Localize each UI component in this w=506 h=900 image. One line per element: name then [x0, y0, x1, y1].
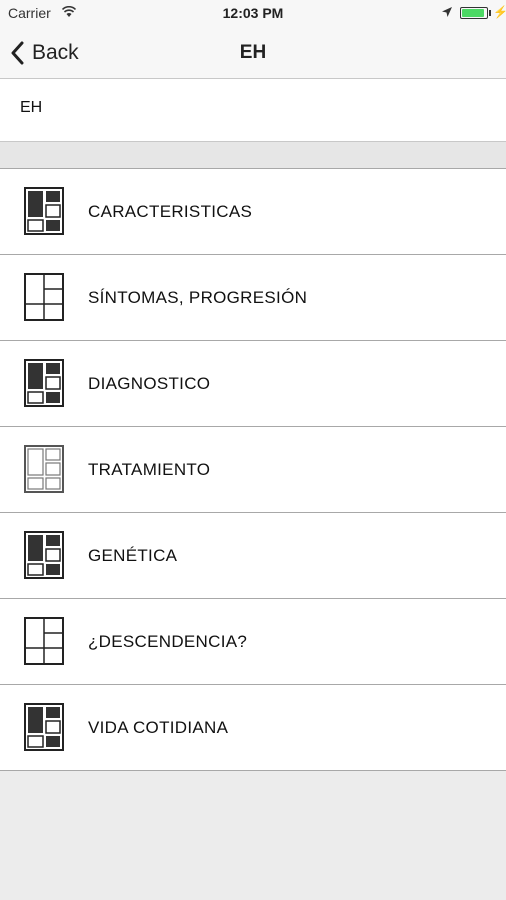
dark-layout-icon — [24, 703, 64, 751]
list-item-label: SÍNTOMAS, PROGRESIÓN — [88, 288, 308, 307]
location-arrow-icon — [442, 7, 452, 17]
list-item-label: TRATAMIENTO — [88, 460, 211, 479]
list-item[interactable]: DIAGNOSTICO — [0, 340, 506, 426]
outline-layout-icon — [24, 273, 64, 321]
section-divider — [0, 142, 506, 170]
section-header-text: EH — [20, 99, 43, 116]
back-label: Back — [32, 41, 79, 64]
section-header: EH — [0, 79, 506, 142]
chevron-left-icon — [11, 41, 24, 65]
list-item[interactable]: SÍNTOMAS, PROGRESIÓN — [0, 254, 506, 340]
list-item[interactable]: ¿DESCENDENCIA? — [0, 598, 506, 684]
list-item[interactable]: CARACTERISTICAS — [0, 168, 506, 254]
list-item-label: GENÉTICA — [88, 546, 178, 565]
topic-list: CARACTERISTICAS SÍNTOMAS, PROGRESIÓN DIAGN… — [0, 168, 506, 771]
list-item-label: DIAGNOSTICO — [88, 374, 211, 393]
list-item[interactable]: TRATAMIENTO — [0, 426, 506, 512]
status-bar: Carrier 12:03 PM ⚡ — [0, 0, 506, 28]
list-item[interactable]: VIDA COTIDIANA — [0, 684, 506, 771]
list-item[interactable]: GENÉTICA — [0, 512, 506, 598]
list-item-label: ¿DESCENDENCIA? — [88, 632, 248, 651]
dark-layout-icon — [24, 187, 64, 235]
dark-layout-icon — [24, 531, 64, 579]
battery-level — [462, 9, 484, 17]
navigation-bar: EH Back — [0, 28, 506, 79]
list-item-label: VIDA COTIDIANA — [88, 718, 229, 737]
list-item-label: CARACTERISTICAS — [88, 202, 253, 221]
status-time: 12:03 PM — [222, 5, 284, 21]
outline-layout-icon — [24, 617, 64, 665]
battery-icon — [460, 7, 488, 19]
dark-layout-icon — [24, 359, 64, 407]
battery-tip — [489, 10, 491, 16]
back-button[interactable]: Back — [10, 38, 79, 68]
charging-bolt-icon: ⚡ — [493, 5, 506, 19]
light-outline-layout-icon — [24, 445, 64, 493]
